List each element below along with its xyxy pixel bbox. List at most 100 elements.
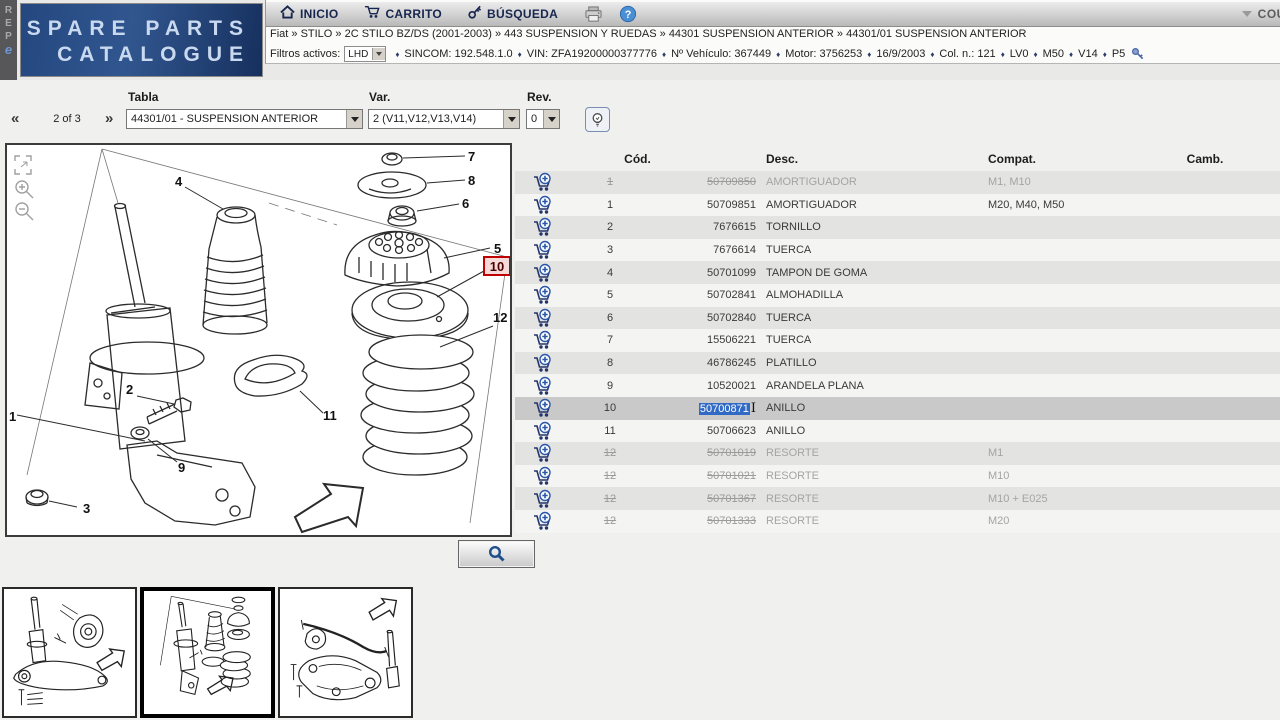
nav-item-carrito[interactable]: CARRITO bbox=[364, 4, 442, 24]
add-to-cart-button[interactable] bbox=[515, 489, 570, 509]
add-to-cart-button[interactable] bbox=[515, 421, 570, 441]
steering-filter-select[interactable]: LHD bbox=[344, 46, 387, 62]
row-part-number[interactable]: 7676615 bbox=[650, 221, 760, 233]
callout-4: 4 bbox=[175, 174, 183, 189]
table-row[interactable]: 3 7676614 TUERCA bbox=[515, 238, 1280, 262]
exploded-diagram: 1 2 3 4 5 6 7 8 9 11 12 10 bbox=[9, 148, 511, 534]
add-to-cart-button[interactable] bbox=[515, 376, 570, 396]
row-part-number[interactable]: 50702840 bbox=[650, 312, 760, 324]
nav-item-busqueda[interactable]: BÚSQUEDA bbox=[468, 4, 558, 24]
row-part-number[interactable]: 50701021 bbox=[650, 470, 760, 482]
steering-filter-value: LHD bbox=[348, 48, 369, 60]
corner-label: COUN bbox=[1257, 7, 1280, 21]
add-to-cart-button[interactable] bbox=[515, 443, 570, 463]
applicability-bulb-button[interactable] bbox=[585, 107, 610, 132]
help-icon[interactable]: ? bbox=[619, 5, 637, 23]
thumbnail-3[interactable] bbox=[278, 587, 413, 718]
svg-text:?: ? bbox=[625, 9, 632, 21]
add-to-cart-button[interactable] bbox=[515, 217, 570, 237]
table-row[interactable]: 1 50709850 AMORTIGUADOR M1, M10 bbox=[515, 171, 1280, 194]
row-position: 12 bbox=[603, 492, 617, 505]
add-to-cart-button[interactable] bbox=[515, 330, 570, 350]
filter-separator: ♦ bbox=[776, 50, 781, 59]
table-row[interactable]: 12 50701333 RESORTE M20 bbox=[515, 509, 1280, 533]
row-part-number[interactable]: 50709851 bbox=[650, 199, 760, 211]
add-to-cart-button[interactable] bbox=[515, 308, 570, 328]
row-part-number[interactable]: 50702841 bbox=[650, 289, 760, 301]
filter-items: ♦ SINCOM: 192.548.1.0 ♦ VIN: ZFA19200000377… bbox=[390, 48, 1125, 60]
add-to-cart-button[interactable] bbox=[515, 195, 570, 215]
row-part-number[interactable]: 50706623 bbox=[650, 425, 760, 437]
header: R E P e INICIO CARRITO BÚSQUEDA ? CO Fia… bbox=[0, 0, 1280, 80]
table-row[interactable]: 12 50701019 RESORTE M1 bbox=[515, 442, 1280, 465]
rev-select[interactable]: 0 bbox=[526, 109, 560, 129]
header-right: INICIO CARRITO BÚSQUEDA ? CO Fiat » STIL… bbox=[265, 0, 1280, 64]
nav-item-inicio[interactable]: INICIO bbox=[280, 4, 338, 24]
filter-item: P5 bbox=[1111, 48, 1126, 60]
filter-item: LV0 bbox=[1009, 48, 1029, 60]
table-row[interactable]: 8 46786245 PLATILLO bbox=[515, 351, 1280, 375]
filter-separator: ♦ bbox=[517, 50, 522, 59]
header-camb: Camb. bbox=[1186, 152, 1224, 166]
add-to-cart-button[interactable] bbox=[515, 353, 570, 373]
row-position: 1 bbox=[606, 198, 614, 211]
table-row[interactable]: 12 50701021 RESORTE M10 bbox=[515, 464, 1280, 488]
zoom-out-icon[interactable] bbox=[15, 202, 34, 221]
thumbnail-1[interactable] bbox=[2, 587, 137, 718]
row-part-number[interactable]: 50701099 bbox=[650, 267, 760, 279]
row-position: 11 bbox=[604, 424, 616, 437]
row-part-number[interactable]: 50701019 bbox=[650, 447, 760, 459]
home-icon bbox=[280, 4, 295, 24]
var-label: Var. bbox=[369, 90, 391, 104]
tabla-select[interactable]: 44301/01 - SUSPENSION ANTERIOR bbox=[126, 109, 363, 129]
logo-line1: SPARE PARTS bbox=[26, 17, 250, 40]
table-row[interactable]: 12 50701367 RESORTE M10 + E025 bbox=[515, 487, 1280, 510]
table-row[interactable]: 5 50702841 ALMOHADILLA bbox=[515, 283, 1280, 307]
thumbnail-2[interactable] bbox=[140, 587, 275, 718]
table-row[interactable]: 7 15506221 TUERCA bbox=[515, 329, 1280, 352]
rev-select-value: 0 bbox=[531, 113, 538, 125]
add-to-cart-icon bbox=[534, 195, 551, 214]
add-to-cart-button[interactable] bbox=[515, 511, 570, 531]
row-part-number[interactable]: 7676614 bbox=[650, 244, 760, 256]
table-row[interactable]: 1 50709851 AMORTIGUADOR M20, M40, M50 bbox=[515, 193, 1280, 217]
text-cursor: I bbox=[750, 400, 756, 416]
row-part-number[interactable]: 50701333 bbox=[650, 515, 760, 527]
table-row[interactable]: 11 50706623 ANILLO bbox=[515, 419, 1280, 443]
corner-menu[interactable]: COUN bbox=[1241, 7, 1280, 21]
table-row[interactable]: 6 50702840 TUERCA bbox=[515, 306, 1280, 330]
add-to-cart-button[interactable] bbox=[515, 240, 570, 260]
add-to-cart-button[interactable] bbox=[515, 398, 570, 418]
add-to-cart-button[interactable] bbox=[515, 285, 570, 305]
next-page-button[interactable]: » bbox=[105, 110, 113, 127]
table-row[interactable]: 10 50700871 I ANILLO bbox=[515, 396, 1280, 420]
key-filter-icon[interactable] bbox=[1131, 47, 1145, 61]
row-part-number[interactable]: 50701367 bbox=[650, 493, 760, 505]
print-icon[interactable] bbox=[584, 5, 603, 23]
row-part-number[interactable]: 50700871 I bbox=[650, 401, 760, 416]
add-to-cart-button[interactable] bbox=[515, 466, 570, 486]
row-part-number[interactable]: 46786245 bbox=[650, 357, 760, 369]
row-description: TAMPON DE GOMA bbox=[766, 266, 868, 279]
var-select[interactable]: 2 (V11,V12,V13,V14) bbox=[368, 109, 520, 129]
row-part-number[interactable]: 15506221 bbox=[650, 334, 760, 346]
row-position: 5 bbox=[606, 289, 614, 302]
row-description: RESORTE bbox=[766, 492, 819, 505]
zoom-in-icon[interactable] bbox=[15, 180, 34, 199]
search-button[interactable] bbox=[458, 540, 535, 568]
table-row[interactable]: 2 7676615 TORNILLO bbox=[515, 216, 1280, 239]
table-row[interactable]: 9 10520021 ARANDELA PLANA bbox=[515, 374, 1280, 397]
callout-10-selected[interactable]: 10 bbox=[483, 256, 511, 276]
row-compat: M1 bbox=[988, 447, 1004, 460]
add-to-cart-button[interactable] bbox=[515, 172, 570, 192]
add-to-cart-button[interactable] bbox=[515, 263, 570, 283]
row-compat: M20, M40, M50 bbox=[988, 198, 1065, 211]
table-row[interactable]: 4 50701099 TAMPON DE GOMA bbox=[515, 261, 1280, 284]
diagram-fit-icon[interactable] bbox=[14, 155, 32, 175]
row-description: TORNILLO bbox=[766, 221, 821, 234]
add-to-cart-icon bbox=[534, 218, 551, 237]
prev-page-button[interactable]: « bbox=[11, 110, 19, 127]
row-part-number[interactable]: 10520021 bbox=[650, 380, 760, 392]
filter-separator: ♦ bbox=[1102, 50, 1107, 59]
row-part-number[interactable]: 50709850 bbox=[650, 176, 760, 188]
